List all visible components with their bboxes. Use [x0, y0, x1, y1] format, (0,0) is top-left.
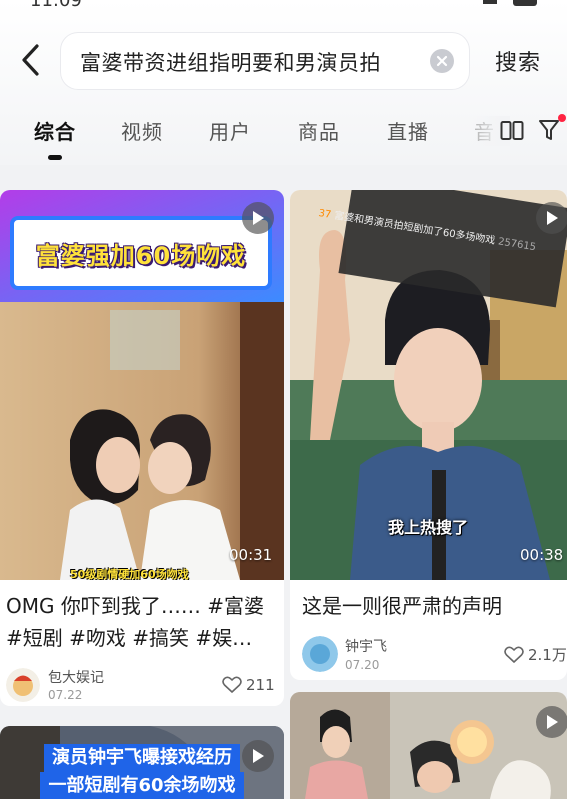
thumbnail-banner-text: 富婆强加60场吻戏 [35, 242, 247, 270]
video-duration: 00:31 [229, 546, 273, 564]
tab-video[interactable]: 视频 [121, 116, 163, 145]
search-input[interactable]: 富婆带资进组指明要和男演员拍 [60, 32, 470, 90]
avatar[interactable] [302, 636, 338, 672]
search-header: 11:09 富婆带资进组指明要和男演员拍 搜索 综合 视频 用户 商品 直播 音 [0, 0, 567, 165]
tab-users[interactable]: 用户 [209, 116, 251, 145]
active-tab-indicator [48, 155, 62, 160]
tab-products[interactable]: 商品 [298, 116, 340, 145]
author-name[interactable]: 钟宇飞 [345, 636, 387, 656]
post-date: 07.20 [345, 658, 380, 672]
play-icon [242, 202, 274, 234]
video-card[interactable] [290, 692, 567, 799]
tab-all[interactable]: 综合 [34, 116, 76, 145]
video-subtitle: 我上热搜了 [388, 518, 469, 537]
clear-search-button[interactable] [430, 49, 454, 73]
video-card[interactable]: 演员钟宇飞曝接戏经历 一部短剧有60余场吻戏 [0, 726, 284, 799]
play-icon [242, 740, 274, 772]
play-icon [536, 202, 567, 234]
like-count: 2.1万 [528, 646, 567, 664]
author-name[interactable]: 包大娱记 [48, 667, 104, 687]
search-button[interactable]: 搜索 [495, 45, 541, 77]
signal-battery-icon [483, 0, 537, 6]
layout-toggle-icon[interactable] [500, 120, 524, 142]
chevron-left-icon [22, 44, 39, 76]
video-duration: 00:38 [520, 546, 564, 564]
video-card[interactable]: 37 富婆和男演员拍短剧加了60多场吻戏 257615 我上热搜了 00:38 … [290, 190, 567, 680]
thumbnail-image [290, 692, 567, 799]
like-button[interactable]: 211 [222, 676, 275, 694]
play-icon [536, 706, 567, 738]
tab-bar: 综合 视频 用户 商品 直播 音 [0, 116, 567, 160]
banner-line: 一部短剧有60余场吻戏 [40, 772, 244, 799]
status-time: 11:09 [30, 0, 82, 11]
card-title[interactable]: OMG 你吓到我了…… #富婆 #短剧 #吻戏 #搞笑 #娱… [6, 590, 278, 654]
video-thumbnail[interactable] [290, 692, 567, 799]
heart-icon [222, 676, 242, 693]
hot-rank: 37 [317, 207, 332, 221]
post-date: 07.22 [48, 688, 83, 702]
filter-notification-dot [558, 114, 566, 122]
banner-line: 演员钟宇飞曝接戏经历 [44, 744, 240, 772]
heart-icon [504, 646, 524, 663]
close-icon [436, 55, 448, 67]
video-thumbnail[interactable]: 演员钟宇飞曝接戏经历 一部短剧有60余场吻戏 [0, 726, 284, 799]
search-query[interactable]: 富婆带资进组指明要和男演员拍 [80, 47, 420, 77]
avatar[interactable] [6, 668, 40, 702]
tab-live[interactable]: 直播 [387, 116, 429, 145]
status-icons [483, 0, 543, 12]
filter-icon[interactable] [538, 118, 560, 142]
video-card[interactable]: 富婆强加60场吻戏 50级剧情硬加60场吻戏 00:31 OMG 你吓到我了……… [0, 190, 284, 706]
like-button[interactable]: 2.1万 [504, 644, 567, 665]
video-thumbnail[interactable]: 37 富婆和男演员拍短剧加了60多场吻戏 257615 我上热搜了 00:38 [290, 190, 567, 580]
back-button[interactable] [12, 40, 48, 80]
video-thumbnail[interactable]: 富婆强加60场吻戏 50级剧情硬加60场吻戏 00:31 [0, 190, 284, 580]
card-title[interactable]: 这是一则很严肃的声明 [302, 590, 562, 622]
thumbnail-caption: 50级剧情硬加60场吻戏 [70, 568, 189, 580]
like-count: 211 [246, 676, 275, 694]
